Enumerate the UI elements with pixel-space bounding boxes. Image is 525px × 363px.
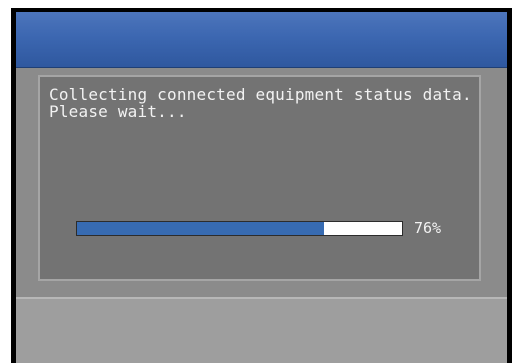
device-screen: Collecting connected equipment status da…	[11, 8, 512, 363]
progress-bar	[76, 221, 403, 236]
progress-bar-fill	[77, 222, 324, 235]
footer-area	[16, 297, 507, 363]
progress-percentage: 76%	[414, 219, 442, 237]
status-message: Collecting connected equipment status da…	[49, 85, 472, 121]
progress-dialog: Collecting connected equipment status da…	[38, 75, 481, 281]
title-bar	[16, 12, 507, 68]
